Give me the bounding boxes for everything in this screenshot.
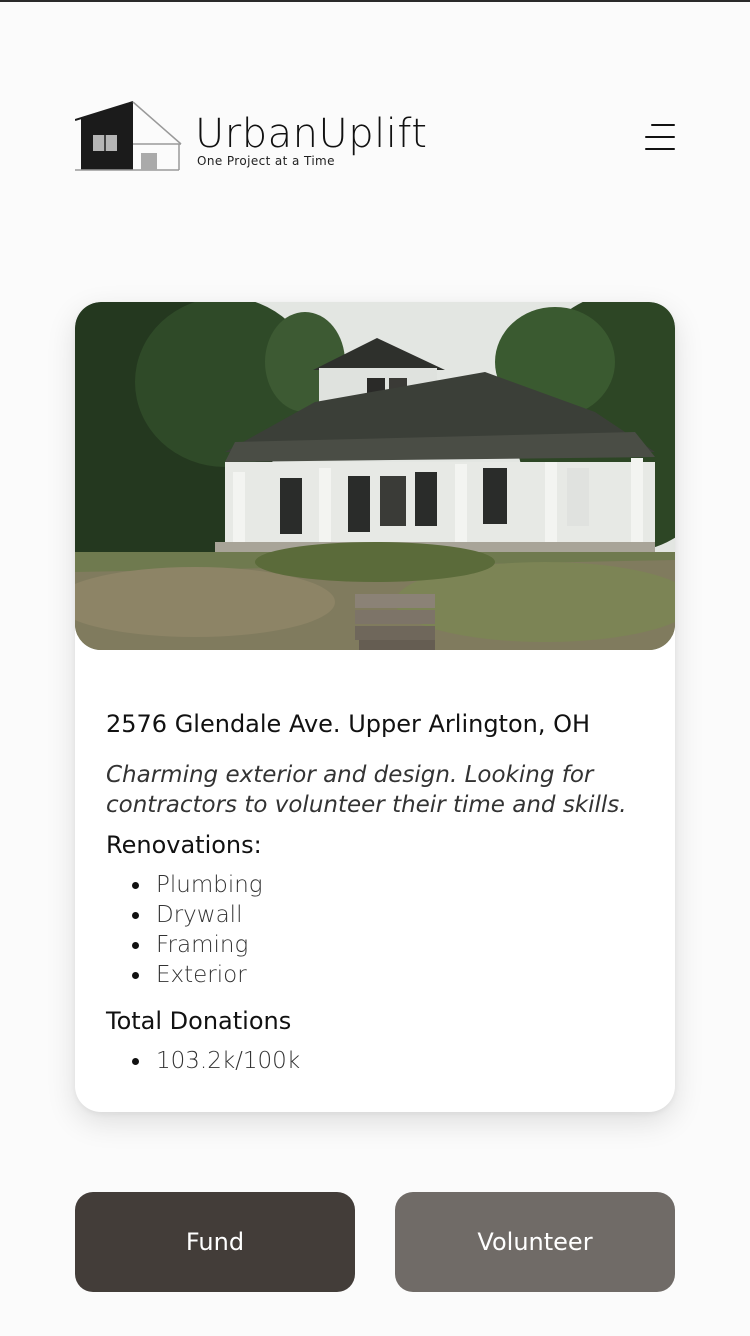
- house-photo: [75, 302, 675, 650]
- list-item: Framing: [132, 930, 644, 960]
- donations-title: Total Donations: [106, 1007, 292, 1035]
- fund-button[interactable]: Fund: [75, 1192, 355, 1292]
- donation-progress-value: 103.2k/100k: [132, 1046, 644, 1076]
- app-header: UrbanUplift One Project at a Time: [74, 100, 675, 176]
- menu-line: [645, 136, 675, 138]
- list-item: Plumbing: [132, 870, 644, 900]
- list-item: Exterior: [132, 960, 644, 990]
- hamburger-menu-icon[interactable]: [643, 122, 675, 152]
- project-description: Charming exterior and design. Looking fo…: [106, 762, 627, 818]
- list-item: Drywall: [132, 900, 644, 930]
- menu-line: [651, 124, 675, 126]
- brand: UrbanUplift One Project at a Time: [195, 110, 427, 168]
- donations-list: 103.2k/100k: [132, 1046, 644, 1076]
- brand-name[interactable]: UrbanUplift: [195, 110, 427, 158]
- card-body: 2576 Glendale Ave. Upper Arlington, OH C…: [75, 650, 675, 1076]
- project-address: 2576 Glendale Ave. Upper Arlington, OH: [106, 710, 591, 738]
- volunteer-button[interactable]: Volunteer: [395, 1192, 675, 1292]
- house-logo-icon[interactable]: [74, 100, 183, 174]
- renovations-title: Renovations:: [106, 831, 262, 859]
- top-border: [0, 0, 750, 2]
- project-card: 2576 Glendale Ave. Upper Arlington, OH C…: [75, 302, 675, 1112]
- renovations-list: Plumbing Drywall Framing Exterior: [132, 870, 644, 990]
- menu-line: [645, 148, 675, 150]
